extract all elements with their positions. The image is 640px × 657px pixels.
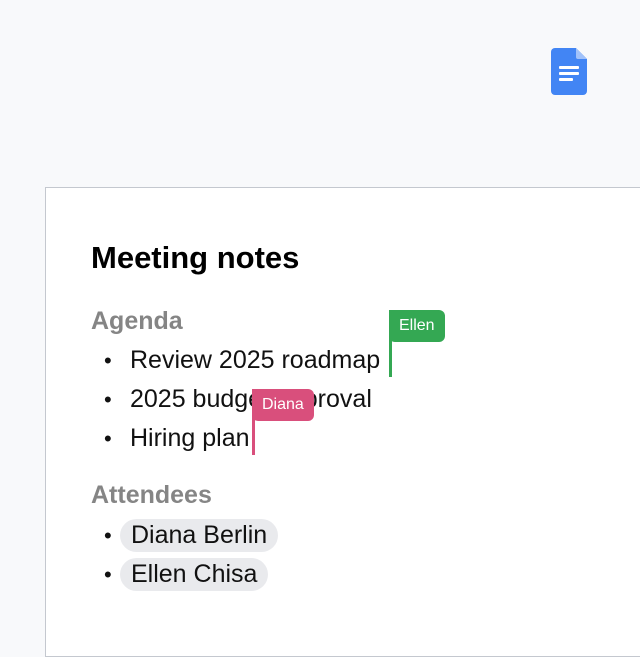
list-item[interactable]: • Hiring plan bbox=[104, 419, 380, 458]
diana-cursor-flag: Diana bbox=[252, 389, 314, 421]
agenda-heading[interactable]: Agenda bbox=[91, 306, 183, 336]
attendees-heading[interactable]: Attendees bbox=[91, 480, 212, 510]
list-item[interactable]: • 2025 budget approval bbox=[104, 380, 380, 419]
document-title[interactable]: Meeting notes bbox=[91, 240, 299, 276]
bullet-icon: • bbox=[104, 387, 112, 412]
list-item[interactable]: • Review 2025 roadmap bbox=[104, 341, 380, 380]
agenda-item-text[interactable]: Review 2025 roadmap bbox=[130, 341, 380, 380]
person-chip[interactable]: Ellen Chisa bbox=[120, 558, 269, 591]
document-page[interactable]: Meeting notes Agenda • Review 2025 roadma… bbox=[45, 187, 640, 657]
list-item[interactable]: • Ellen Chisa bbox=[104, 555, 278, 594]
ellen-cursor-flag: Ellen bbox=[389, 310, 445, 342]
list-item[interactable]: • Diana Berlin bbox=[104, 516, 279, 555]
person-chip[interactable]: Diana Berlin bbox=[120, 519, 279, 552]
bullet-icon: • bbox=[104, 426, 112, 451]
attendees-list: • Diana Berlin • Ellen Chisa bbox=[104, 516, 279, 594]
google-docs-icon[interactable] bbox=[551, 48, 587, 95]
bullet-icon: • bbox=[104, 348, 112, 373]
agenda-item-text[interactable]: Hiring plan bbox=[130, 419, 250, 458]
agenda-list: • Review 2025 roadmap • 2025 budget approv… bbox=[104, 341, 380, 458]
agenda-item-text[interactable]: 2025 budget approval bbox=[130, 380, 372, 419]
